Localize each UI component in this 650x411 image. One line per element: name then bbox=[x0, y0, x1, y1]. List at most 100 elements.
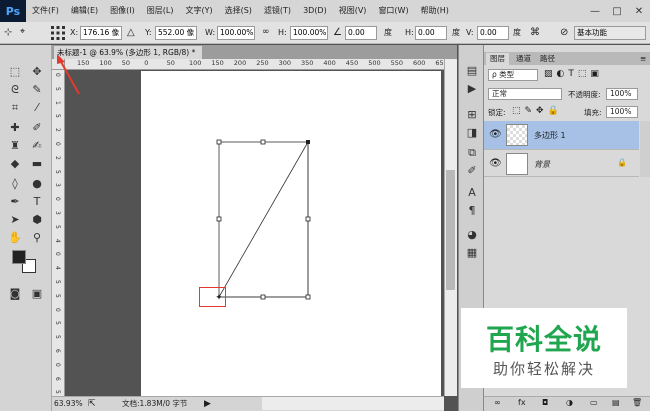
tool-preset-icon[interactable]: ⊹ bbox=[4, 25, 12, 40]
brush-tool-icon[interactable]: ✐ bbox=[30, 121, 44, 135]
dodge-tool-icon[interactable]: ● bbox=[30, 177, 44, 191]
menu-file[interactable]: 文件(F) bbox=[26, 0, 65, 22]
minimize-icon[interactable]: — bbox=[584, 0, 606, 22]
tab-paths[interactable]: 路径 bbox=[536, 53, 559, 65]
blur-tool-icon[interactable]: ◊ bbox=[8, 177, 22, 191]
warp-icon[interactable]: ⌘ bbox=[530, 25, 540, 40]
delta-icon[interactable]: △ bbox=[127, 25, 135, 40]
hand-tool-icon[interactable]: ✋ bbox=[8, 231, 22, 245]
visibility-eye-icon[interactable]: 👁 bbox=[489, 129, 502, 140]
transform-icon[interactable]: ⌖ bbox=[20, 25, 25, 40]
workspace-select[interactable]: 基本功能 bbox=[574, 26, 646, 40]
clone-stamp-tool-icon[interactable]: ♜ bbox=[8, 139, 22, 153]
eyedropper-tool-icon[interactable]: ⁄ bbox=[30, 101, 44, 115]
history-brush-tool-icon[interactable]: ✍ bbox=[30, 139, 44, 153]
properties-panel-icon[interactable]: ⧉ bbox=[464, 145, 480, 161]
fill-field[interactable]: 100% bbox=[606, 106, 638, 118]
horizontal-scrollbar[interactable] bbox=[262, 397, 444, 410]
menu-window[interactable]: 窗口(W) bbox=[372, 0, 414, 22]
menu-help[interactable]: 帮助(H) bbox=[415, 0, 455, 22]
shape-tool-icon[interactable]: ⬢ bbox=[30, 213, 44, 227]
zoom-level[interactable]: 63.93% bbox=[54, 397, 83, 411]
layer-mask-icon[interactable]: ◘ bbox=[542, 398, 548, 407]
annotation-arrow-icon bbox=[57, 54, 80, 95]
tab-channels[interactable]: 通道 bbox=[512, 53, 535, 65]
menu-select[interactable]: 选择(S) bbox=[219, 0, 258, 22]
layer-name[interactable]: 多边形 1 bbox=[534, 130, 566, 141]
pen-tool-icon[interactable]: ✒ bbox=[8, 195, 22, 209]
hskew-field[interactable]: 0.00 bbox=[415, 26, 447, 40]
menu-type[interactable]: 文字(Y) bbox=[179, 0, 218, 22]
vskew-field[interactable]: 0.00 bbox=[477, 26, 509, 40]
paragraph-panel-icon[interactable]: ¶ bbox=[464, 203, 480, 219]
link-icon[interactable]: ∞ bbox=[262, 25, 270, 40]
foreground-color-swatch[interactable] bbox=[12, 250, 26, 264]
options-bar: ⊹ ⌖ X: 176.16 像 △ Y: 552.00 像 W: 100.00%… bbox=[0, 22, 650, 44]
menu-3d[interactable]: 3D(D) bbox=[297, 0, 333, 22]
layer-name[interactable]: 背景 bbox=[534, 159, 550, 170]
panel-menu-icon[interactable]: ≡ bbox=[636, 53, 650, 65]
swatches-panel-icon[interactable]: ◕ bbox=[464, 227, 480, 243]
screen-mode-icon[interactable]: ▣ bbox=[30, 287, 44, 301]
adjustments-panel-icon[interactable]: ⊞ bbox=[464, 107, 480, 123]
maximize-icon[interactable]: □ bbox=[606, 0, 628, 22]
zoom-tool-icon[interactable]: ⚲ bbox=[30, 231, 44, 245]
hskew-label: H: bbox=[405, 28, 414, 37]
layer-filter-icons[interactable]: ▨◐T⬚▣ bbox=[544, 69, 603, 79]
type-tool-icon[interactable]: T bbox=[30, 195, 44, 209]
ruler-tick-label: 0 bbox=[54, 307, 61, 312]
menu-view[interactable]: 视图(V) bbox=[333, 0, 373, 22]
h-field[interactable]: 100.00% bbox=[290, 26, 328, 40]
angle-icon: ∠ bbox=[333, 27, 342, 38]
crop-tool-icon[interactable]: ⌗ bbox=[8, 101, 22, 115]
opacity-field[interactable]: 100% bbox=[606, 88, 638, 100]
character-panel-icon[interactable]: A bbox=[464, 185, 480, 201]
status-arrow-icon[interactable]: ▶ bbox=[204, 397, 211, 411]
lock-icons[interactable]: ⬚✎✥🔒 bbox=[512, 106, 563, 116]
gradient-tool-icon[interactable]: ▬ bbox=[30, 157, 44, 171]
layer-kind-filter[interactable]: ρ 类型 bbox=[488, 69, 538, 81]
layer-row[interactable]: 👁 背景 🔒 bbox=[484, 149, 639, 177]
document-info[interactable]: 文档:1.83M/0 字节 bbox=[122, 397, 187, 411]
menu-filter[interactable]: 滤镜(T) bbox=[258, 0, 297, 22]
w-field[interactable]: 100.00% bbox=[217, 26, 255, 40]
export-icon[interactable]: ⇱ bbox=[88, 397, 96, 411]
eraser-tool-icon[interactable]: ◆ bbox=[8, 157, 22, 171]
quick-mask-icon[interactable]: ◙ bbox=[8, 287, 22, 301]
delete-layer-icon[interactable]: 🗑 bbox=[632, 398, 642, 407]
tab-layers[interactable]: 图层 bbox=[486, 53, 509, 65]
polygon-shape-path[interactable]: ✦ bbox=[141, 71, 441, 396]
layers-scrollbar[interactable] bbox=[640, 121, 650, 177]
reference-point-icon[interactable] bbox=[50, 25, 66, 41]
x-field[interactable]: 176.16 像 bbox=[80, 26, 122, 40]
quick-select-tool-icon[interactable]: ✎ bbox=[30, 83, 44, 97]
adjustment-layer-icon[interactable]: ◑ bbox=[566, 398, 573, 407]
cancel-transform-icon[interactable]: ⊘ bbox=[560, 25, 568, 40]
lock-icon: 🔒 bbox=[617, 158, 627, 167]
close-icon[interactable]: ✕ bbox=[628, 0, 650, 22]
menu-bar: Ps 文件(F) 编辑(E) 图像(I) 图层(L) 文字(Y) 选择(S) 滤… bbox=[0, 0, 650, 22]
blend-mode-select[interactable]: 正常 bbox=[488, 88, 562, 100]
move-tool-icon[interactable]: ✥ bbox=[30, 65, 44, 79]
healing-brush-tool-icon[interactable]: ✚ bbox=[8, 121, 22, 135]
info-panel-icon[interactable]: ◨ bbox=[464, 125, 480, 141]
brush-presets-panel-icon[interactable]: ✐ bbox=[464, 163, 480, 179]
menu-image[interactable]: 图像(I) bbox=[104, 0, 141, 22]
y-field[interactable]: 552.00 像 bbox=[155, 26, 197, 40]
menu-edit[interactable]: 编辑(E) bbox=[65, 0, 104, 22]
actions-panel-icon[interactable]: ▶ bbox=[464, 81, 480, 97]
link-layers-icon[interactable]: ∞ bbox=[494, 398, 501, 407]
visibility-eye-icon[interactable]: 👁 bbox=[489, 158, 502, 169]
angle-field[interactable]: 0.00 bbox=[345, 26, 377, 40]
marquee-tool-icon[interactable]: ⬚ bbox=[8, 65, 22, 79]
history-panel-icon[interactable]: ▤ bbox=[464, 63, 480, 79]
lasso-tool-icon[interactable]: ᘓ bbox=[8, 83, 22, 97]
layer-row[interactable]: 👁 多边形 1 bbox=[484, 121, 639, 149]
styles-panel-icon[interactable]: ▦ bbox=[464, 245, 480, 261]
menu-layer[interactable]: 图层(L) bbox=[141, 0, 180, 22]
new-group-icon[interactable]: ▭ bbox=[590, 398, 598, 407]
vertical-scroll-thumb[interactable] bbox=[446, 170, 455, 290]
new-layer-icon[interactable]: ▤ bbox=[612, 398, 620, 407]
layer-style-icon[interactable]: fx bbox=[518, 398, 526, 407]
path-select-tool-icon[interactable]: ➤ bbox=[8, 213, 22, 227]
